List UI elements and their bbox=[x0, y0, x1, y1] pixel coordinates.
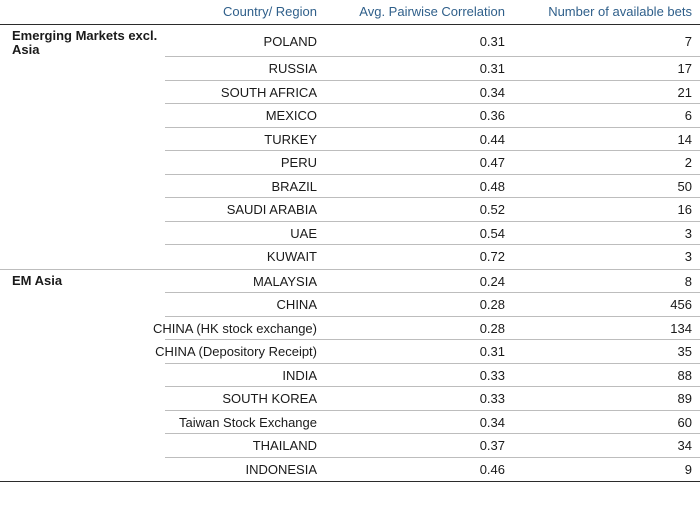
bets-cell: 7 bbox=[684, 33, 692, 49]
table-row: SAUDI ARABIA 0.52 16 bbox=[0, 198, 700, 222]
country-cell: CHINA bbox=[276, 297, 317, 313]
correlation-cell: 0.34 bbox=[479, 84, 505, 100]
table-row: SOUTH KOREA 0.33 89 bbox=[0, 387, 700, 411]
correlation-table: Country/ Region Avg. Pairwise Correlatio… bbox=[0, 0, 700, 482]
table-row: MEXICO 0.36 6 bbox=[0, 104, 700, 128]
correlation-cell: 0.28 bbox=[479, 320, 505, 336]
correlation-cell: 0.47 bbox=[479, 155, 505, 171]
country-cell: MEXICO bbox=[265, 108, 317, 124]
bets-cell: 50 bbox=[677, 178, 692, 194]
country-cell: INDONESIA bbox=[245, 461, 317, 477]
correlation-cell: 0.33 bbox=[479, 391, 505, 407]
country-cell: SOUTH KOREA bbox=[222, 391, 317, 407]
bets-cell: 6 bbox=[684, 108, 692, 124]
correlation-cell: 0.72 bbox=[479, 249, 505, 265]
country-cell: SAUDI ARABIA bbox=[226, 202, 317, 218]
country-cell: RUSSIA bbox=[268, 61, 317, 77]
correlation-cell: 0.31 bbox=[479, 344, 505, 360]
bets-cell: 3 bbox=[684, 249, 692, 265]
header-country: Country/ Region bbox=[223, 4, 317, 19]
table-row: CHINA 0.28 456 bbox=[0, 293, 700, 317]
table-row: Emerging Markets excl. Asia POLAND 0.31 7 bbox=[0, 25, 700, 57]
country-cell: PERU bbox=[280, 155, 317, 171]
bets-cell: 134 bbox=[670, 320, 692, 336]
bets-cell: 456 bbox=[670, 297, 692, 313]
correlation-cell: 0.31 bbox=[479, 33, 505, 49]
table-row: Taiwan Stock Exchange 0.34 60 bbox=[0, 411, 700, 435]
correlation-cell: 0.36 bbox=[479, 108, 505, 124]
country-cell: CHINA (HK stock exchange) bbox=[152, 320, 317, 336]
correlation-cell: 0.31 bbox=[479, 61, 505, 77]
table-row: CHINA (Depository Receipt) 0.31 35 bbox=[0, 340, 700, 364]
country-cell: KUWAIT bbox=[266, 249, 317, 265]
correlation-cell: 0.37 bbox=[479, 438, 505, 454]
table-row: CHINA (HK stock exchange) 0.28 134 bbox=[0, 317, 700, 341]
country-cell: THAILAND bbox=[252, 438, 317, 454]
bets-cell: 3 bbox=[684, 225, 692, 241]
table-row: BRAZIL 0.48 50 bbox=[0, 175, 700, 199]
bets-cell: 8 bbox=[684, 273, 692, 289]
country-cell: TURKEY bbox=[264, 131, 317, 147]
bets-cell: 2 bbox=[684, 155, 692, 171]
table-body: Emerging Markets excl. Asia POLAND 0.31 7 RU… bbox=[0, 25, 700, 482]
correlation-cell: 0.34 bbox=[479, 414, 505, 430]
table-row: PERU 0.47 2 bbox=[0, 151, 700, 175]
table-row: RUSSIA 0.31 17 bbox=[0, 57, 700, 81]
bets-cell: 34 bbox=[677, 438, 692, 454]
correlation-cell: 0.28 bbox=[479, 297, 505, 313]
country-cell: Taiwan Stock Exchange bbox=[178, 414, 317, 430]
correlation-cell: 0.52 bbox=[479, 202, 505, 218]
table-row: UAE 0.54 3 bbox=[0, 222, 700, 246]
table-header: Country/ Region Avg. Pairwise Correlatio… bbox=[0, 0, 700, 25]
correlation-cell: 0.48 bbox=[479, 178, 505, 194]
bets-cell: 60 bbox=[677, 414, 692, 430]
country-cell: BRAZIL bbox=[271, 178, 317, 194]
country-cell: MALAYSIA bbox=[252, 273, 317, 289]
country-cell: INDIA bbox=[282, 367, 317, 383]
table-row: INDONESIA 0.46 9 bbox=[0, 458, 700, 482]
table-row: TURKEY 0.44 14 bbox=[0, 128, 700, 152]
region-label: EM Asia bbox=[12, 272, 63, 288]
header-correlation: Avg. Pairwise Correlation bbox=[359, 4, 505, 19]
table-row: INDIA 0.33 88 bbox=[0, 364, 700, 388]
header-bets: Number of available bets bbox=[548, 4, 692, 19]
correlation-cell: 0.33 bbox=[479, 367, 505, 383]
bets-cell: 21 bbox=[677, 84, 692, 100]
country-cell: UAE bbox=[290, 225, 317, 241]
bets-cell: 35 bbox=[677, 344, 692, 360]
bets-cell: 9 bbox=[684, 461, 692, 477]
correlation-cell: 0.54 bbox=[479, 225, 505, 241]
correlation-cell: 0.24 bbox=[479, 273, 505, 289]
region-label: Emerging Markets excl. Asia bbox=[12, 28, 158, 57]
table-row: EM Asia MALAYSIA 0.24 8 bbox=[0, 270, 700, 294]
table-row: THAILAND 0.37 34 bbox=[0, 434, 700, 458]
bets-cell: 17 bbox=[677, 61, 692, 77]
correlation-cell: 0.44 bbox=[479, 131, 505, 147]
bets-cell: 88 bbox=[677, 367, 692, 383]
correlation-cell: 0.46 bbox=[479, 461, 505, 477]
country-cell: SOUTH AFRICA bbox=[220, 84, 317, 100]
country-cell: CHINA (Depository Receipt) bbox=[155, 344, 317, 360]
table-row: SOUTH AFRICA 0.34 21 bbox=[0, 81, 700, 105]
bets-cell: 14 bbox=[677, 131, 692, 147]
bets-cell: 89 bbox=[677, 391, 692, 407]
country-cell: POLAND bbox=[263, 33, 317, 49]
table-row: KUWAIT 0.72 3 bbox=[0, 245, 700, 270]
bets-cell: 16 bbox=[677, 202, 692, 218]
